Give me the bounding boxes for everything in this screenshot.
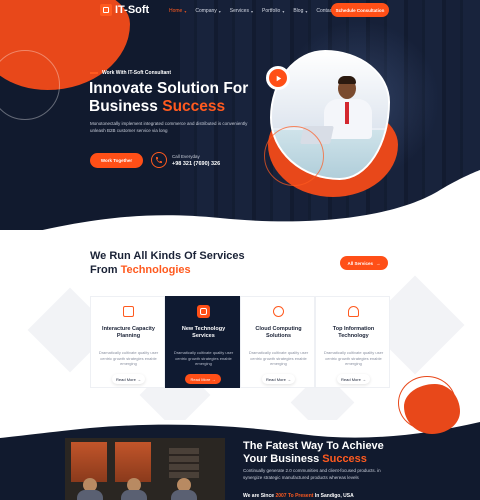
monitor-icon [122,305,135,318]
services-title-line2: From [90,264,121,276]
hero-title-line2: Business [89,98,163,115]
nav-item-label: Home [169,8,183,14]
card-title: Top Information Technology [332,326,375,339]
hero-description: Monotonectally implement integrated comm… [90,121,248,133]
services-title: We Run All Kinds Of Services From Techno… [90,249,280,277]
arrow-right-icon: → [376,260,381,266]
about-title-line2: Your Business [243,453,323,465]
hero-title-accent: Success [162,98,226,115]
logo-text: IT-Soft [115,4,150,16]
chevron-down-icon: ▾ [184,8,187,14]
hero-title-line1: Innovate Solution For [89,80,249,97]
card-description: Dramatically cultivate quality user cent… [248,350,309,367]
about-title-accent: Success [322,453,367,465]
about-section: The Fatest Way To Achieve Your Business … [0,420,480,500]
kicker-text: Work With IT-Soft Consultant [102,70,172,76]
read-more-button[interactable]: Read More → [112,374,145,384]
kicker-line-decoration [90,72,98,74]
phone-icon[interactable] [151,152,167,168]
nav-item-label: Blog [293,8,304,14]
hero-title: Innovate Solution For Business Success [89,80,279,116]
all-services-button[interactable]: All Services → [340,256,388,270]
nav-item-label: Company [195,8,217,14]
schedule-consultation-button[interactable]: Schedule Consultation [331,3,389,17]
about-title-line1: The Fatest Way To Achieve [243,440,384,452]
service-card[interactable]: Cloud Computing Solutions Dramatically c… [240,296,315,388]
play-icon[interactable] [266,66,290,90]
chevron-down-icon: ▾ [282,8,285,14]
nav-item-label: Portfolio [261,8,281,14]
hero-kicker: Work With IT-Soft Consultant [90,70,171,76]
since-text: We are Since [243,493,276,499]
chevron-down-icon: ▾ [218,8,221,14]
read-more-label: Read More [116,376,136,382]
card-title: Interacture Capacity Planning [102,326,155,339]
nav-item-portfolio[interactable]: Portfolio ▾ [262,8,284,14]
read-more-button[interactable]: Read More → [262,374,295,384]
about-title: The Fatest Way To Achieve Your Business … [243,440,403,466]
call-number[interactable]: +98 321 (7690) 326 [172,161,220,167]
since-accent: 2007 To Present [275,493,314,499]
logo-icon [100,4,112,16]
since-statement: We are Since 2007 To Present In Sandigo,… [243,493,354,499]
chevron-down-icon: ▾ [305,8,308,14]
read-more-button[interactable]: Read More → [337,374,370,384]
service-cards: Interacture Capacity Planning Dramatical… [90,296,390,388]
nav-item-blog[interactable]: Blog ▾ [293,8,307,14]
hero-section: IT-Soft Home ▾ Company ▾ Services ▾ Portfol… [0,0,480,240]
service-card[interactable]: Interacture Capacity Planning Dramatical… [90,296,165,388]
read-more-label: Read More [190,376,211,382]
about-description: Continually generate 2.0 communities and… [243,468,381,480]
nav-item-home[interactable]: Home ▾ [169,8,186,14]
office-meeting-photo [65,438,225,500]
nav-item-company[interactable]: Company ▾ [195,8,220,14]
all-services-label: All Services [347,260,374,266]
since-location: In Sandigo, USA [313,493,354,499]
call-label: Call Everyday [172,154,200,159]
services-title-accent: Technologies [120,264,191,276]
service-card-highlighted[interactable]: New Technology Services Dramatically cul… [165,296,240,388]
service-card[interactable]: Top Information Technology Dramatically … [315,296,390,388]
card-description: Dramatically cultivate quality user cent… [173,350,234,367]
server-icon [197,305,210,318]
orange-blob-decoration [404,384,460,434]
lightbulb-icon [347,305,360,318]
card-description: Dramatically cultivate quality user cent… [98,350,159,367]
nav-item-services[interactable]: Services ▾ [230,8,253,14]
nav-item-label: Services [229,8,249,14]
logo[interactable]: IT-Soft [100,4,149,16]
top-navigation: IT-Soft Home ▾ Company ▾ Services ▾ Portfol… [0,0,480,22]
card-description: Dramatically cultivate quality user cent… [323,350,384,367]
read-more-button[interactable]: Read More → [185,374,221,384]
card-title: New Technology Services [181,326,226,339]
chevron-down-icon: ▾ [250,8,253,14]
card-title: Cloud Computing Solutions [255,326,302,339]
read-more-label: Read More [266,376,286,382]
read-more-label: Read More [341,376,361,382]
main-menu: Home ▾ Company ▾ Services ▾ Portfolio ▾ Blog… [169,8,334,14]
work-together-button[interactable]: Work Together [90,153,143,168]
cloud-network-icon [272,305,285,318]
services-title-line1: We Run All Kinds Of Services [90,250,245,262]
